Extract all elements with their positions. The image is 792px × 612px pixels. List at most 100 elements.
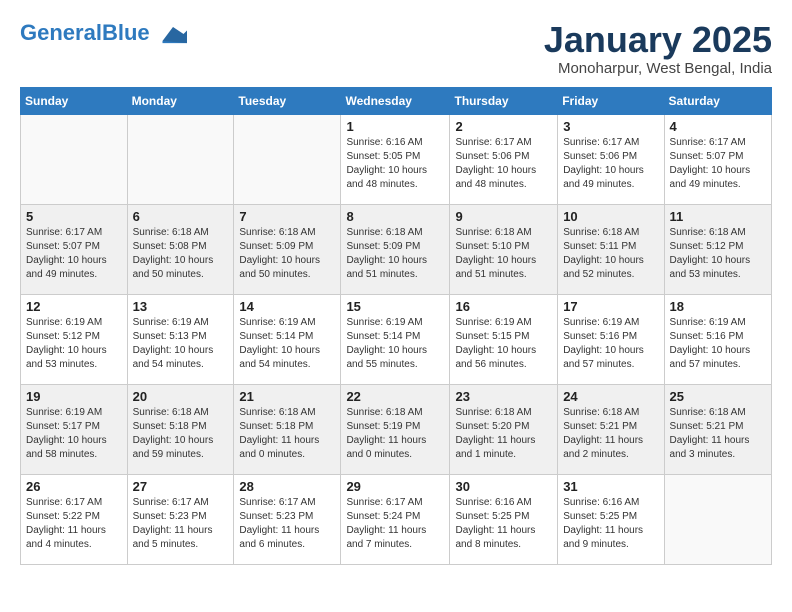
calendar-cell: 21 Sunrise: 6:18 AM Sunset: 5:18 PM Dayli…: [234, 384, 341, 474]
day-info: Sunrise: 6:16 AM Sunset: 5:05 PM Dayligh…: [346, 136, 444, 192]
day-number: 20: [133, 389, 229, 404]
day-number: 8: [346, 209, 444, 224]
calendar-cell: 12 Sunrise: 6:19 AM Sunset: 5:12 PM Dayli…: [21, 294, 128, 384]
calendar-week-1: 1 Sunrise: 6:16 AM Sunset: 5:05 PM Daylig…: [21, 114, 772, 204]
calendar-cell: 5 Sunrise: 6:17 AM Sunset: 5:07 PM Daylig…: [21, 204, 128, 294]
calendar-week-4: 19 Sunrise: 6:19 AM Sunset: 5:17 PM Dayli…: [21, 384, 772, 474]
weekday-header-thursday: Thursday: [450, 87, 558, 114]
calendar-week-5: 26 Sunrise: 6:17 AM Sunset: 5:22 PM Dayli…: [21, 474, 772, 564]
calendar-cell: 4 Sunrise: 6:17 AM Sunset: 5:07 PM Daylig…: [664, 114, 771, 204]
day-number: 24: [563, 389, 658, 404]
day-number: 7: [239, 209, 335, 224]
subtitle: Monoharpur, West Bengal, India: [544, 60, 772, 77]
day-number: 9: [455, 209, 552, 224]
day-info: Sunrise: 6:19 AM Sunset: 5:14 PM Dayligh…: [239, 316, 335, 372]
day-number: 4: [670, 119, 766, 134]
weekday-header-wednesday: Wednesday: [341, 87, 450, 114]
logo-general: General: [20, 20, 102, 45]
calendar-cell: 17 Sunrise: 6:19 AM Sunset: 5:16 PM Dayli…: [558, 294, 664, 384]
day-info: Sunrise: 6:19 AM Sunset: 5:14 PM Dayligh…: [346, 316, 444, 372]
day-info: Sunrise: 6:16 AM Sunset: 5:25 PM Dayligh…: [455, 496, 552, 552]
calendar-cell: 16 Sunrise: 6:19 AM Sunset: 5:15 PM Dayli…: [450, 294, 558, 384]
day-number: 17: [563, 299, 658, 314]
weekday-header-monday: Monday: [127, 87, 234, 114]
calendar-cell: 31 Sunrise: 6:16 AM Sunset: 5:25 PM Dayli…: [558, 474, 664, 564]
day-number: 2: [455, 119, 552, 134]
day-number: 19: [26, 389, 122, 404]
calendar-cell: 7 Sunrise: 6:18 AM Sunset: 5:09 PM Daylig…: [234, 204, 341, 294]
day-number: 13: [133, 299, 229, 314]
calendar-cell: 30 Sunrise: 6:16 AM Sunset: 5:25 PM Dayli…: [450, 474, 558, 564]
day-number: 26: [26, 479, 122, 494]
day-info: Sunrise: 6:17 AM Sunset: 5:23 PM Dayligh…: [239, 496, 335, 552]
calendar-week-2: 5 Sunrise: 6:17 AM Sunset: 5:07 PM Daylig…: [21, 204, 772, 294]
day-number: 5: [26, 209, 122, 224]
day-info: Sunrise: 6:17 AM Sunset: 5:06 PM Dayligh…: [455, 136, 552, 192]
calendar-cell: 1 Sunrise: 6:16 AM Sunset: 5:05 PM Daylig…: [341, 114, 450, 204]
calendar-cell: 3Sunrise: 6:17 AM Sunset: 5:06 PM Daylig…: [558, 114, 664, 204]
day-number: 31: [563, 479, 658, 494]
calendar-header: SundayMondayTuesdayWednesdayThursdayFrid…: [21, 87, 772, 114]
day-number: 22: [346, 389, 444, 404]
calendar-cell: 22 Sunrise: 6:18 AM Sunset: 5:19 PM Dayli…: [341, 384, 450, 474]
day-number: 25: [670, 389, 766, 404]
calendar-table: SundayMondayTuesdayWednesdayThursdayFrid…: [20, 87, 772, 565]
day-info: Sunrise: 6:18 AM Sunset: 5:19 PM Dayligh…: [346, 406, 444, 462]
day-number: 29: [346, 479, 444, 494]
day-number: 12: [26, 299, 122, 314]
day-info: Sunrise: 6:18 AM Sunset: 5:10 PM Dayligh…: [455, 226, 552, 282]
calendar-cell: [234, 114, 341, 204]
calendar-cell: [127, 114, 234, 204]
day-number: 27: [133, 479, 229, 494]
calendar-cell: [664, 474, 771, 564]
day-info: Sunrise: 6:16 AM Sunset: 5:25 PM Dayligh…: [563, 496, 658, 552]
calendar-cell: 10Sunrise: 6:18 AM Sunset: 5:11 PM Dayli…: [558, 204, 664, 294]
logo-text: GeneralBlue: [20, 20, 187, 48]
day-info: Sunrise: 6:18 AM Sunset: 5:18 PM Dayligh…: [239, 406, 335, 462]
calendar-cell: 19 Sunrise: 6:19 AM Sunset: 5:17 PM Dayli…: [21, 384, 128, 474]
day-info: Sunrise: 6:18 AM Sunset: 5:20 PM Dayligh…: [455, 406, 552, 462]
day-info: Sunrise: 6:18 AM Sunset: 5:18 PM Dayligh…: [133, 406, 229, 462]
calendar-cell: 9 Sunrise: 6:18 AM Sunset: 5:10 PM Daylig…: [450, 204, 558, 294]
calendar-cell: 29 Sunrise: 6:17 AM Sunset: 5:24 PM Dayli…: [341, 474, 450, 564]
day-number: 1: [346, 119, 444, 134]
day-info: Sunrise: 6:19 AM Sunset: 5:15 PM Dayligh…: [455, 316, 552, 372]
calendar-cell: 18 Sunrise: 6:19 AM Sunset: 5:16 PM Dayli…: [664, 294, 771, 384]
day-number: 6: [133, 209, 229, 224]
day-info: Sunrise: 6:19 AM Sunset: 5:12 PM Dayligh…: [26, 316, 122, 372]
day-info: Sunrise: 6:18 AM Sunset: 5:11 PM Dayligh…: [563, 226, 658, 282]
day-info: Sunrise: 6:19 AM Sunset: 5:13 PM Dayligh…: [133, 316, 229, 372]
day-info: Sunrise: 6:17 AM Sunset: 5:24 PM Dayligh…: [346, 496, 444, 552]
calendar-cell: 2 Sunrise: 6:17 AM Sunset: 5:06 PM Daylig…: [450, 114, 558, 204]
calendar-cell: 23 Sunrise: 6:18 AM Sunset: 5:20 PM Dayli…: [450, 384, 558, 474]
day-number: 23: [455, 389, 552, 404]
day-info: Sunrise: 6:18 AM Sunset: 5:09 PM Dayligh…: [346, 226, 444, 282]
calendar-cell: [21, 114, 128, 204]
day-number: 21: [239, 389, 335, 404]
day-info: Sunrise: 6:17 AM Sunset: 5:07 PM Dayligh…: [26, 226, 122, 282]
day-info: Sunrise: 6:19 AM Sunset: 5:17 PM Dayligh…: [26, 406, 122, 462]
day-info: Sunrise: 6:17 AM Sunset: 5:22 PM Dayligh…: [26, 496, 122, 552]
day-info: Sunrise: 6:19 AM Sunset: 5:16 PM Dayligh…: [563, 316, 658, 372]
weekday-header-friday: Friday: [558, 87, 664, 114]
calendar-cell: 24Sunrise: 6:18 AM Sunset: 5:21 PM Dayli…: [558, 384, 664, 474]
weekday-header-saturday: Saturday: [664, 87, 771, 114]
day-info: Sunrise: 6:18 AM Sunset: 5:12 PM Dayligh…: [670, 226, 766, 282]
calendar-cell: 25Sunrise: 6:18 AM Sunset: 5:21 PM Dayli…: [664, 384, 771, 474]
day-info: Sunrise: 6:17 AM Sunset: 5:07 PM Dayligh…: [670, 136, 766, 192]
calendar-body: 1 Sunrise: 6:16 AM Sunset: 5:05 PM Daylig…: [21, 114, 772, 564]
weekday-header-sunday: Sunday: [21, 87, 128, 114]
day-info: Sunrise: 6:18 AM Sunset: 5:09 PM Dayligh…: [239, 226, 335, 282]
calendar-cell: 28Sunrise: 6:17 AM Sunset: 5:23 PM Dayli…: [234, 474, 341, 564]
calendar-cell: 27Sunrise: 6:17 AM Sunset: 5:23 PM Dayli…: [127, 474, 234, 564]
day-number: 11: [670, 209, 766, 224]
day-number: 16: [455, 299, 552, 314]
logo: GeneralBlue: [20, 20, 187, 48]
day-number: 18: [670, 299, 766, 314]
day-number: 3: [563, 119, 658, 134]
logo-blue: Blue: [102, 20, 150, 45]
page-header: GeneralBlue January 2025 Monoharpur, Wes…: [20, 20, 772, 77]
calendar-cell: 14Sunrise: 6:19 AM Sunset: 5:14 PM Dayli…: [234, 294, 341, 384]
day-info: Sunrise: 6:19 AM Sunset: 5:16 PM Dayligh…: [670, 316, 766, 372]
day-number: 30: [455, 479, 552, 494]
